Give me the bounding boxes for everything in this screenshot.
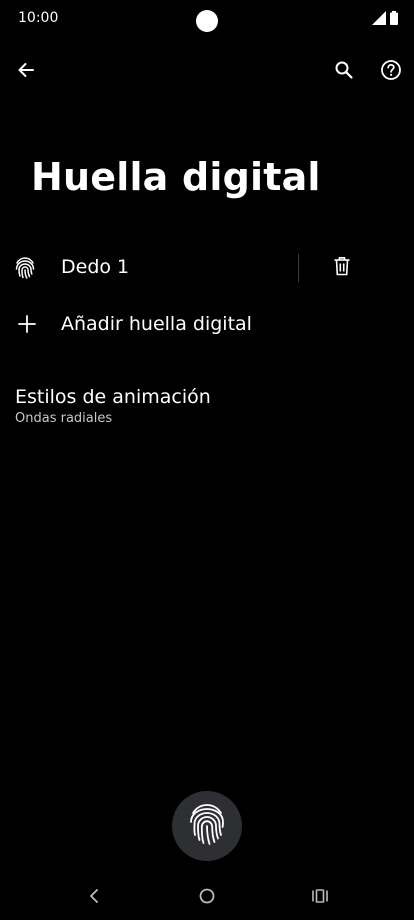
camera-cutout xyxy=(196,10,218,32)
fingerprint-sensor[interactable] xyxy=(172,791,242,861)
help-button[interactable] xyxy=(375,56,407,88)
nav-back-icon xyxy=(88,888,100,908)
back-button[interactable] xyxy=(10,56,42,88)
delete-fingerprint-button[interactable] xyxy=(326,252,358,284)
add-fingerprint-item[interactable]: Añadir huella digital xyxy=(0,300,414,350)
fingerprint-list-item[interactable]: Dedo 1 xyxy=(0,242,414,294)
battery-icon xyxy=(390,10,398,29)
animation-styles-value: Ondas radiales xyxy=(15,411,113,426)
nav-home-icon xyxy=(198,887,216,909)
add-fingerprint-label: Añadir huella digital xyxy=(61,313,252,335)
signal-icon xyxy=(372,10,386,29)
help-icon xyxy=(380,59,402,85)
navigation-bar xyxy=(0,875,414,920)
plus-icon xyxy=(16,313,38,335)
nav-recents-icon xyxy=(311,888,329,908)
trash-icon xyxy=(333,256,351,280)
fingerprint-label: Dedo 1 xyxy=(61,256,130,278)
fingerprint-icon xyxy=(14,256,36,280)
search-icon xyxy=(334,60,354,84)
nav-recents-button[interactable] xyxy=(307,885,333,911)
animation-styles-item[interactable]: Estilos de animación Ondas radiales xyxy=(0,380,414,434)
arrow-back-icon xyxy=(16,60,36,84)
status-time: 10:00 xyxy=(18,10,59,26)
toolbar xyxy=(0,52,414,92)
search-button[interactable] xyxy=(328,56,360,88)
nav-back-button[interactable] xyxy=(81,885,107,911)
page-title: Huella digital xyxy=(31,155,321,199)
fingerprint-sensor-icon xyxy=(187,802,227,850)
status-icons xyxy=(372,10,398,29)
nav-home-button[interactable] xyxy=(194,885,220,911)
animation-styles-title: Estilos de animación xyxy=(15,386,211,408)
row-divider xyxy=(298,254,299,282)
status-bar: 10:00 xyxy=(0,0,414,36)
